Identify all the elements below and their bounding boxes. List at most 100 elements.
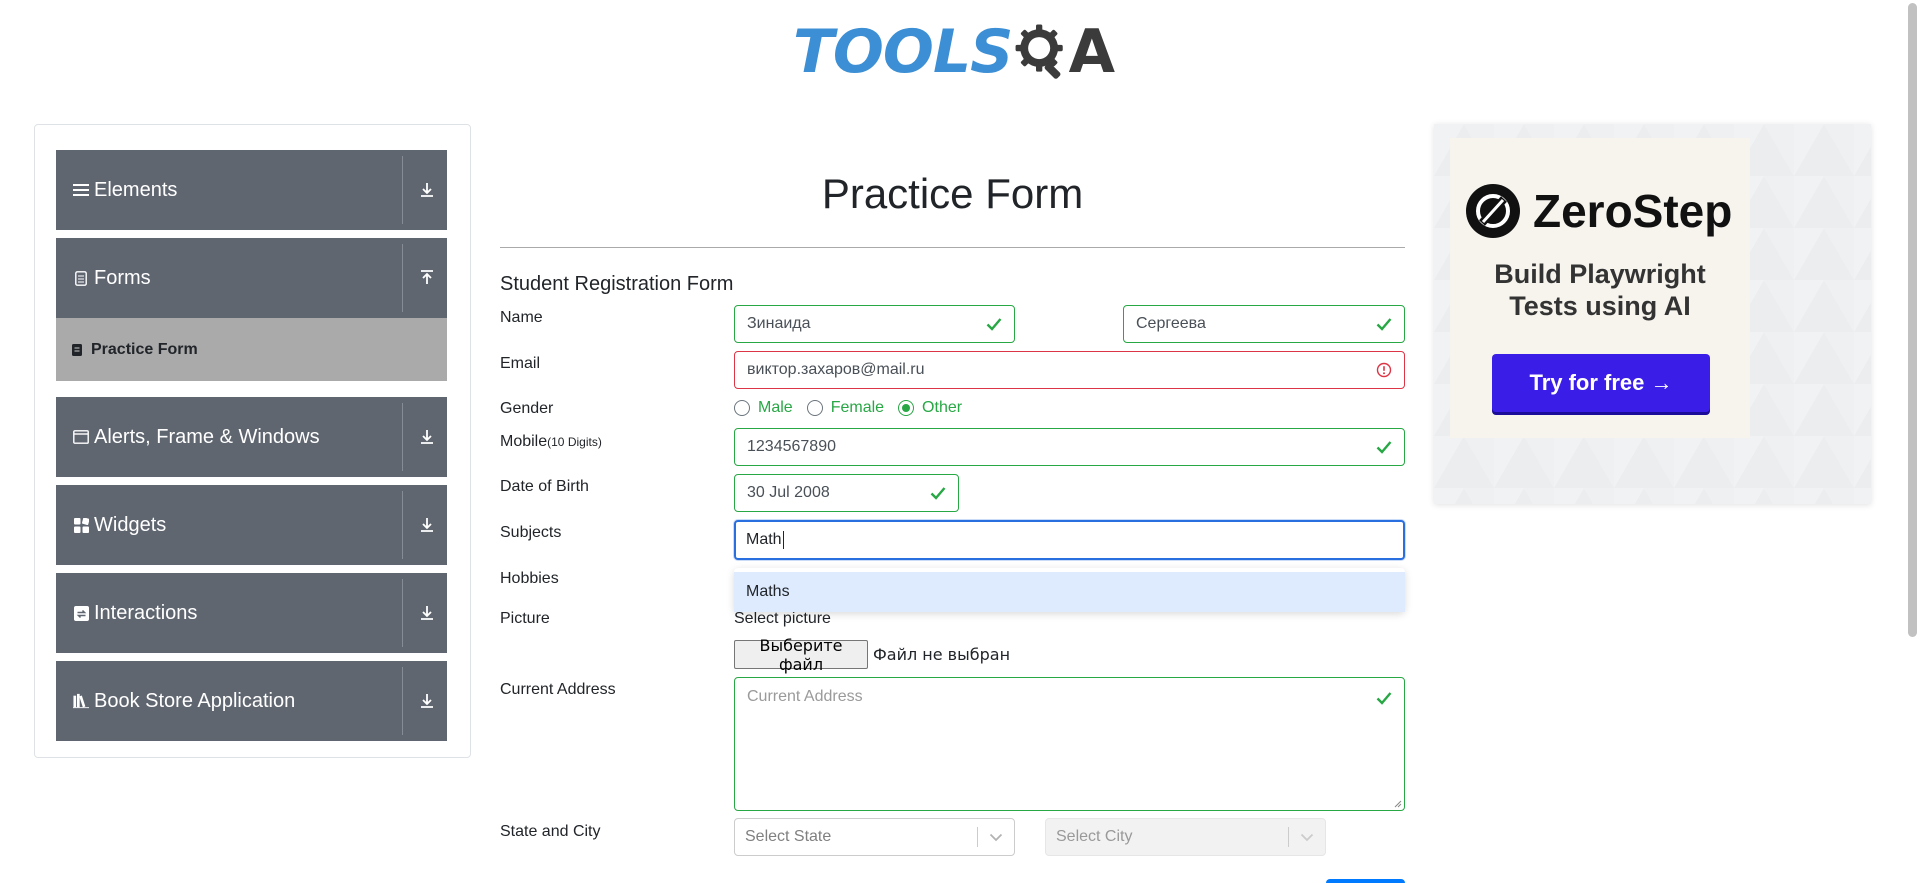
page-scrollbar[interactable] [1905, 0, 1920, 883]
divider [402, 491, 403, 559]
ad-brand-name: ZeroStep [1533, 185, 1733, 237]
radio-label: Other [922, 399, 963, 416]
first-name-value: Зинаида [747, 315, 811, 332]
ad-tagline: Build Playwright Tests using AI [1450, 258, 1750, 322]
ad-card: ZeroStep Build Playwright Tests using AI… [1450, 138, 1750, 438]
last-name-input[interactable]: Сергеева [1123, 305, 1405, 343]
sidebar-group-interactions[interactable]: Interactions [56, 573, 447, 653]
try-for-free-button[interactable]: Try for free → [1492, 354, 1710, 412]
valid-check-icon [1376, 692, 1392, 705]
sidebar-group-book-store[interactable]: Book Store Application [56, 661, 447, 741]
gender-radio-group: Male Female Other [734, 399, 976, 417]
download-arrow-icon[interactable] [417, 180, 437, 200]
chevron-down-icon [1289, 819, 1325, 855]
ad-tagline-line1: Build Playwright [1494, 259, 1706, 289]
zerostep-ad-banner[interactable]: ZeroStep Build Playwright Tests using AI… [1434, 124, 1871, 504]
mobile-label: Mobile(10 Digits) [500, 433, 602, 451]
sidebar-group-label: Elements [94, 178, 178, 201]
dob-value: 30 Jul 2008 [747, 484, 830, 501]
name-label: Name [500, 309, 543, 326]
state-select[interactable]: Select State [734, 818, 1015, 856]
sidebar: Elements Forms Practice Form Alerts, Fra… [34, 124, 471, 758]
state-city-label: State and City [500, 823, 601, 840]
sidebar-item-practice-form[interactable]: Practice Form [56, 318, 447, 381]
download-arrow-icon[interactable] [417, 515, 437, 535]
subjects-text: Math [746, 531, 782, 549]
toolsqa-logo[interactable]: TOOLS A [793, 14, 1115, 90]
download-arrow-icon[interactable] [417, 691, 437, 711]
sidebar-group-widgets[interactable]: Widgets [56, 485, 447, 565]
mobile-value: 1234567890 [747, 438, 836, 455]
mobile-hint: (10 Digits) [547, 435, 602, 449]
email-value: виктор.захаров@mail.ru [747, 361, 925, 378]
sidebar-group-forms[interactable]: Forms [56, 238, 447, 318]
submit-button[interactable] [1326, 879, 1405, 883]
subjects-input[interactable]: Math [734, 520, 1405, 560]
valid-check-icon [1376, 441, 1392, 454]
divider [402, 244, 403, 312]
valid-check-icon [930, 487, 946, 500]
dob-input[interactable]: 30 Jul 2008 [734, 474, 959, 512]
upload-arrow-icon[interactable] [417, 268, 437, 288]
current-address-textarea[interactable]: Current Address [734, 677, 1405, 811]
logo-text-tail: A [1068, 17, 1115, 87]
subjects-autocomplete-menu: Maths [734, 568, 1405, 612]
subject-option[interactable]: Maths [734, 572, 1405, 612]
page: TOOLS A Elements Forms Practice Form Ale… [0, 0, 1920, 883]
sidebar-group-label: Alerts, Frame & Windows [94, 425, 320, 448]
mobile-input[interactable]: 1234567890 [734, 428, 1405, 466]
subjects-label: Subjects [500, 524, 562, 541]
divider [402, 403, 403, 471]
sidebar-group-alerts[interactable]: Alerts, Frame & Windows [56, 397, 447, 477]
divider [402, 579, 403, 647]
scrollbar-thumb[interactable] [1908, 3, 1917, 637]
subjects-value: Math [746, 530, 1393, 549]
last-name-value: Сергеева [1136, 315, 1206, 332]
page-title: Practice Form [821, 170, 1084, 217]
download-arrow-icon[interactable] [417, 603, 437, 623]
gender-radio-other[interactable]: Other [898, 399, 962, 417]
email-label: Email [500, 355, 541, 372]
address-label: Current Address [500, 681, 616, 698]
zerostep-logo-icon [1466, 184, 1520, 238]
city-placeholder: Select City [1056, 828, 1133, 845]
title-divider [500, 247, 1405, 248]
interactions-icon [73, 605, 89, 621]
text-caret [782, 530, 784, 549]
ad-brand-row: ZeroStep [1450, 183, 1750, 239]
hobbies-label: Hobbies [500, 570, 559, 587]
address-placeholder: Current Address [747, 688, 863, 705]
widgets-icon [73, 517, 89, 533]
document-icon [73, 270, 89, 286]
valid-check-icon [986, 318, 1002, 331]
sidebar-group-label: Forms [94, 266, 151, 289]
radio-label: Male [758, 399, 793, 416]
logo-text-main: TOOLS [793, 17, 1013, 87]
form-icon [72, 343, 82, 356]
sidebar-group-label: Interactions [94, 601, 198, 624]
books-icon [73, 693, 89, 709]
sidebar-group-label: Widgets [94, 513, 167, 536]
radio-label: Female [830, 399, 885, 416]
window-icon [73, 429, 89, 445]
radio-indicator-selected [898, 400, 915, 416]
gender-radio-female[interactable]: Female [806, 399, 885, 417]
state-placeholder: Select State [745, 828, 832, 845]
radio-indicator [806, 400, 823, 416]
choose-file-button[interactable]: Выберите файл [734, 636, 868, 674]
resize-handle-icon[interactable] [1394, 800, 1402, 808]
chevron-down-icon [978, 819, 1014, 855]
gender-radio-male[interactable]: Male [734, 399, 793, 417]
form-heading: Student Registration Form [500, 273, 734, 295]
city-select[interactable]: Select City [1045, 818, 1326, 856]
dob-label: Date of Birth [500, 478, 589, 495]
error-alert-icon [1376, 362, 1392, 378]
download-arrow-icon[interactable] [417, 427, 437, 447]
divider [402, 667, 403, 735]
sidebar-group-elements[interactable]: Elements [56, 150, 447, 230]
email-input[interactable]: виктор.захаров@mail.ru [734, 351, 1405, 389]
first-name-input[interactable]: Зинаида [734, 305, 1015, 343]
hamburger-icon [73, 182, 89, 198]
divider [402, 156, 403, 224]
file-status: Файл не выбран [873, 645, 1011, 664]
